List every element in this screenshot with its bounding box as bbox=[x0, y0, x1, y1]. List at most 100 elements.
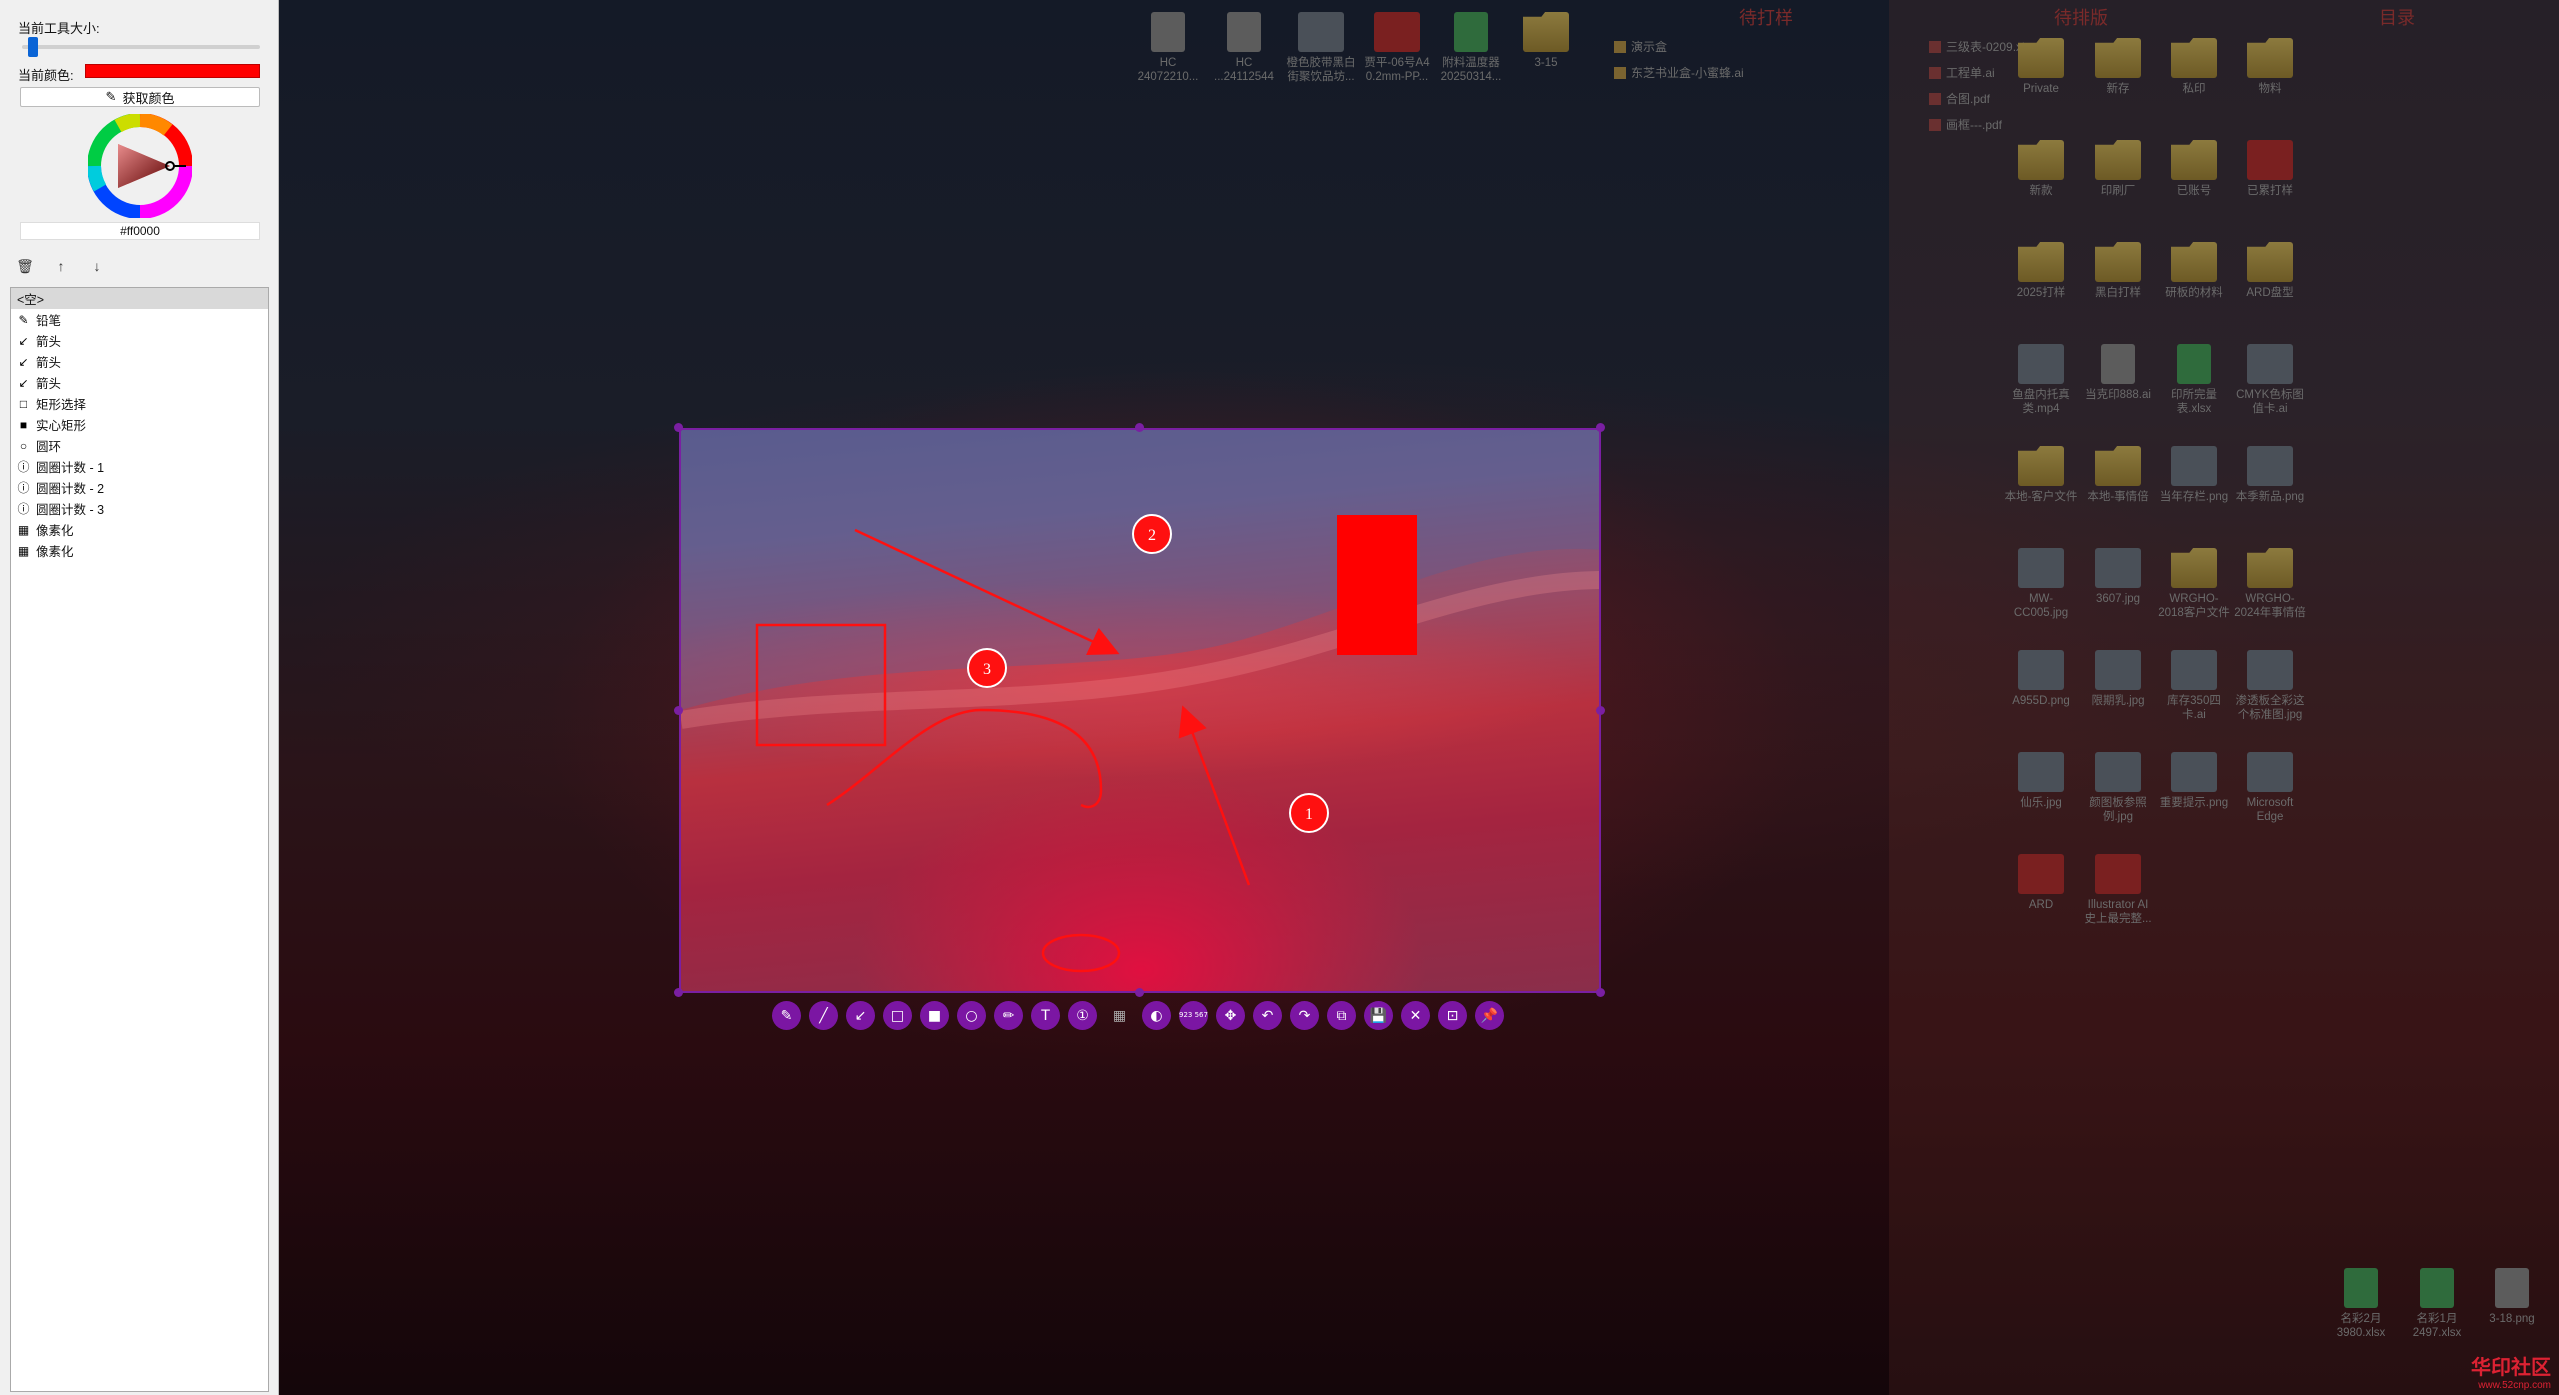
app-launch-tool-button[interactable]: ⊡ bbox=[1438, 1001, 1467, 1030]
resize-handle-nw[interactable] bbox=[674, 423, 683, 432]
resize-handle-se[interactable] bbox=[1596, 988, 1605, 997]
desktop-icon[interactable]: HC ...24112544 bbox=[1207, 12, 1281, 84]
desktop-icon[interactable]: 2025打样 bbox=[2004, 242, 2078, 300]
desktop-icon[interactable]: 印所完量表.xlsx bbox=[2157, 344, 2231, 416]
color-wheel[interactable] bbox=[88, 114, 192, 218]
text-tool-button[interactable]: T bbox=[1031, 1001, 1060, 1030]
desktop-icon[interactable]: 限期乳.jpg bbox=[2081, 650, 2155, 708]
desktop-icon[interactable]: 渗透板全彩这个标准图.jpg bbox=[2233, 650, 2307, 722]
desktop-list-file[interactable]: 工程单.ai bbox=[1929, 64, 1995, 81]
layer-item[interactable]: ↙ 箭头 bbox=[11, 351, 268, 372]
resize-handle-n[interactable] bbox=[1135, 423, 1144, 432]
desktop-list-file[interactable]: 东芝书业盒-小蜜蜂.ai bbox=[1614, 64, 1744, 81]
desktop-icon[interactable]: 仙乐.jpg bbox=[2004, 752, 2078, 810]
counter-2[interactable]: 2 bbox=[1132, 514, 1172, 554]
undo-tool-button[interactable]: ↶ bbox=[1253, 1001, 1282, 1030]
delete-layer-button[interactable]: 🗑 bbox=[14, 256, 36, 276]
desktop-icon[interactable]: 橙色胶带黑白 街聚饮品坊... bbox=[1284, 12, 1358, 84]
layer-item[interactable]: ○ 圆环 bbox=[11, 435, 268, 456]
exit-tool-button[interactable]: ✕ bbox=[1401, 1001, 1430, 1030]
desktop-icon[interactable]: 已累打样 bbox=[2233, 140, 2307, 198]
ellipse-annotation[interactable] bbox=[1041, 933, 1121, 973]
pencil-tool-button[interactable]: ✎ bbox=[772, 1001, 801, 1030]
layer-item[interactable]: ⓘ 圆圈计数 - 2 bbox=[11, 477, 268, 498]
tool-size-slider[interactable] bbox=[22, 45, 260, 49]
desktop-icon[interactable]: Private bbox=[2004, 38, 2078, 96]
layer-list[interactable]: <空> ✎ 铅笔 ↙ 箭头 ↙ 箭头 ↙ 箭头 □ 矩形选择 ■ 实心矩形 ○ 圆环 ⓘ 圆圈计数 - 1 ⓘ 圆圈… bbox=[10, 287, 269, 1392]
filled-rect-tool-button[interactable]: ■ bbox=[920, 1001, 949, 1030]
tool-size-thumb[interactable] bbox=[28, 37, 38, 57]
pick-color-button[interactable]: ✎ 获取颜色 bbox=[20, 87, 260, 107]
copy-tool-button[interactable]: ⧉ bbox=[1327, 1001, 1356, 1030]
counter-3[interactable]: 3 bbox=[967, 648, 1007, 688]
desktop-icon[interactable]: WRGHO-2018客户文件 bbox=[2157, 548, 2231, 620]
line-tool-button[interactable]: ╱ bbox=[809, 1001, 838, 1030]
resize-handle-w[interactable] bbox=[674, 706, 683, 715]
layer-item[interactable]: ⓘ 圆圈计数 - 3 bbox=[11, 498, 268, 519]
desktop-icon[interactable]: 本地-事情倍 bbox=[2081, 446, 2155, 504]
desktop-icon[interactable]: 名彩1月2497.xlsx bbox=[2400, 1268, 2474, 1340]
pixelate-tool-button[interactable]: ▦ bbox=[1105, 1001, 1134, 1030]
resize-handle-sw[interactable] bbox=[674, 988, 683, 997]
desktop-icon[interactable]: MW-CC005.jpg bbox=[2004, 548, 2078, 620]
counter-1[interactable]: 1 bbox=[1289, 793, 1329, 833]
rect-tool-button[interactable]: □ bbox=[883, 1001, 912, 1030]
layer-item[interactable]: ↙ 箭头 bbox=[11, 372, 268, 393]
desktop-icon[interactable]: 已账号 bbox=[2157, 140, 2231, 198]
move-layer-up-button[interactable]: ↑ bbox=[50, 256, 72, 276]
desktop-icon[interactable]: 物料 bbox=[2233, 38, 2307, 96]
desktop-icon[interactable]: 新款 bbox=[2004, 140, 2078, 198]
redo-tool-button[interactable]: ↷ bbox=[1290, 1001, 1319, 1030]
move-layer-down-button[interactable]: ↓ bbox=[86, 256, 108, 276]
counter-tool-button[interactable]: ① bbox=[1068, 1001, 1097, 1030]
current-color-swatch[interactable] bbox=[85, 64, 260, 78]
layer-item[interactable]: ⓘ 圆圈计数 - 1 bbox=[11, 456, 268, 477]
desktop-icon[interactable]: 3607.jpg bbox=[2081, 548, 2155, 606]
filled-rect-annotation[interactable] bbox=[1337, 515, 1417, 655]
desktop-icon[interactable]: WRGHO-2024年事情倍 bbox=[2233, 548, 2307, 620]
desktop-icon[interactable]: 重要提示.png bbox=[2157, 752, 2231, 810]
layer-item[interactable]: ▦ 像素化 bbox=[11, 519, 268, 540]
desktop-icon[interactable]: 印刷厂 bbox=[2081, 140, 2155, 198]
desktop-icon[interactable]: 本地-客户文件 bbox=[2004, 446, 2078, 504]
desktop-icon[interactable]: 研板的材料 bbox=[2157, 242, 2231, 300]
layer-item[interactable]: ▦ 像素化 bbox=[11, 540, 268, 561]
layer-item[interactable]: ✎ 铅笔 bbox=[11, 309, 268, 330]
desktop-icon[interactable]: 库存350四卡.ai bbox=[2157, 650, 2231, 722]
desktop-icon[interactable]: 3-15 bbox=[1509, 12, 1583, 70]
resize-handle-s[interactable] bbox=[1135, 988, 1144, 997]
desktop-icon[interactable]: HC 24072210... bbox=[1131, 12, 1205, 84]
desktop-icon[interactable]: Illustrator AI 史上最完整... bbox=[2081, 854, 2155, 926]
resize-handle-ne[interactable] bbox=[1596, 423, 1605, 432]
invert-tool-button[interactable]: ◐ bbox=[1142, 1001, 1171, 1030]
arrow-tool-button[interactable]: ↙ bbox=[846, 1001, 875, 1030]
desktop-icon[interactable]: CMYK色标图值卡.ai bbox=[2233, 344, 2307, 416]
save-tool-button[interactable]: 💾 bbox=[1364, 1001, 1393, 1030]
desktop-icon[interactable]: ARD盘型 bbox=[2233, 242, 2307, 300]
desktop-icon[interactable]: ARD bbox=[2004, 854, 2078, 912]
arrow-annotation-2[interactable] bbox=[1178, 705, 1251, 886]
layer-item[interactable]: ■ 实心矩形 bbox=[11, 414, 268, 435]
desktop-icon[interactable]: 贾平-06号A4 0.2mm-PP... bbox=[1360, 12, 1434, 84]
circle-tool-button[interactable]: ○ bbox=[957, 1001, 986, 1030]
layer-item[interactable]: □ 矩形选择 bbox=[11, 393, 268, 414]
desktop-icon[interactable]: 名彩2月3980.xlsx bbox=[2324, 1268, 2398, 1340]
layer-item[interactable]: <空> bbox=[11, 288, 268, 309]
desktop-icon[interactable]: 附料温度器 20250314... bbox=[1434, 12, 1508, 84]
desktop-icon[interactable]: A955D.png bbox=[2004, 650, 2078, 708]
capture-region[interactable]: 1 2 3 bbox=[679, 428, 1601, 993]
desktop-list-file[interactable]: 合图.pdf bbox=[1929, 90, 1990, 107]
desktop-icon[interactable]: 新存 bbox=[2081, 38, 2155, 96]
move-tool-button[interactable]: ✥ bbox=[1216, 1001, 1245, 1030]
pencil-annotation[interactable] bbox=[826, 708, 1103, 809]
desktop-icon[interactable]: 本季新品.png bbox=[2233, 446, 2307, 504]
size-tool-button[interactable]: 923 567 bbox=[1179, 1001, 1208, 1030]
hex-color-field[interactable]: #ff0000 bbox=[20, 222, 260, 240]
layer-item[interactable]: ↙ 箭头 bbox=[11, 330, 268, 351]
desktop-icon[interactable]: 黑白打样 bbox=[2081, 242, 2155, 300]
desktop-icon[interactable]: 私印 bbox=[2157, 38, 2231, 96]
desktop-icon[interactable]: 当克印888.ai bbox=[2081, 344, 2155, 402]
desktop-icon[interactable]: 颜图板参照例.jpg bbox=[2081, 752, 2155, 824]
desktop-icon[interactable]: 当年存栏.png bbox=[2157, 446, 2231, 504]
desktop-list-file[interactable]: 画框---.pdf bbox=[1929, 116, 2002, 133]
